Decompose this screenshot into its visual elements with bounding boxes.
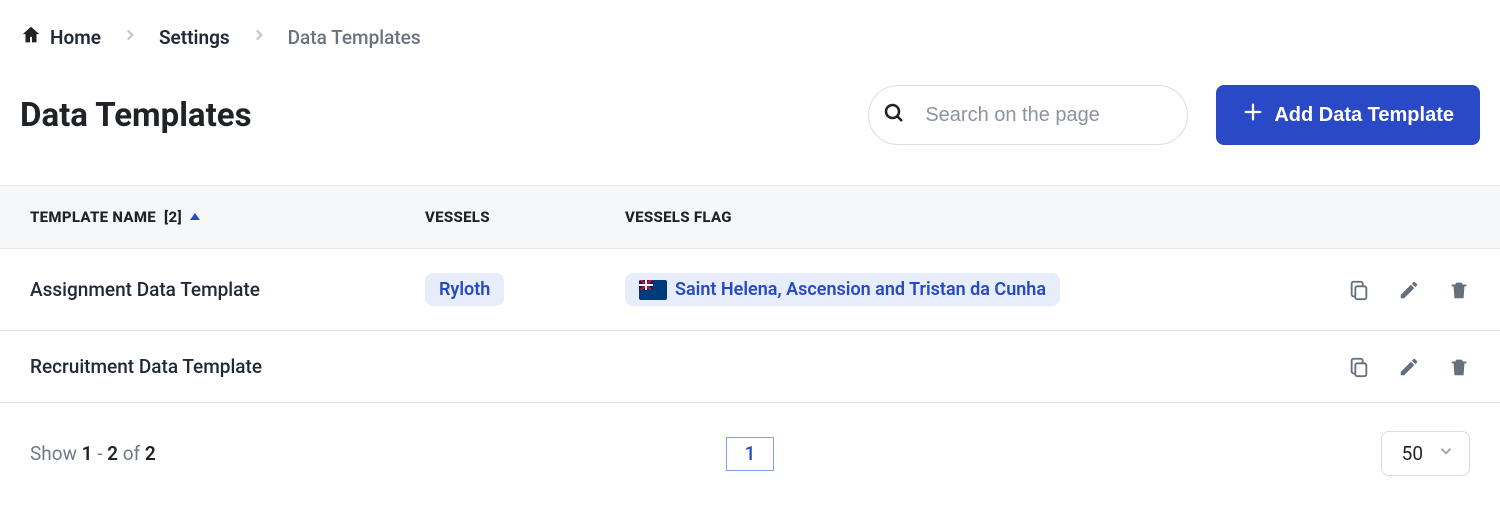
table-row: Recruitment Data Template — [0, 331, 1500, 403]
home-icon — [20, 24, 42, 51]
per-page-value: 50 — [1402, 442, 1423, 465]
template-name-cell[interactable]: Recruitment Data Template — [30, 355, 425, 378]
vessel-tag-label: Ryloth — [439, 279, 490, 300]
breadcrumb-settings[interactable]: Settings — [159, 26, 230, 49]
column-header-vessels[interactable]: VESSELS — [425, 208, 625, 226]
breadcrumb-current: Data Templates — [288, 26, 421, 49]
vessel-tag[interactable]: Ryloth — [425, 273, 504, 306]
edit-icon[interactable] — [1398, 356, 1420, 378]
delete-icon[interactable] — [1448, 356, 1470, 378]
flag-tag-label: Saint Helena, Ascension and Tristan da C… — [675, 279, 1046, 300]
search-icon — [882, 101, 906, 129]
breadcrumb: Home Settings Data Templates — [20, 24, 1480, 51]
per-page-select[interactable]: 50 — [1381, 431, 1470, 476]
sort-ascending-icon — [190, 213, 200, 220]
delete-icon[interactable] — [1448, 279, 1470, 301]
column-name-count: [2] — [164, 208, 182, 226]
breadcrumb-home[interactable]: Home — [20, 24, 101, 51]
table-row: Assignment Data Template Ryloth Saint He… — [0, 249, 1500, 331]
search-input[interactable] — [868, 85, 1188, 145]
chevron-right-icon — [121, 26, 139, 49]
copy-icon[interactable] — [1348, 279, 1370, 301]
add-data-template-button[interactable]: Add Data Template — [1216, 85, 1480, 145]
page-title: Data Templates — [20, 96, 252, 135]
plus-icon — [1242, 101, 1264, 129]
footer-show-text: Show 1 - 2 of 2 — [30, 442, 156, 465]
copy-icon[interactable] — [1348, 356, 1370, 378]
add-button-label: Add Data Template — [1274, 104, 1454, 127]
search-wrap — [868, 85, 1188, 145]
column-name-label: TEMPLATE NAME — [30, 208, 156, 226]
column-header-name[interactable]: TEMPLATE NAME [2] — [30, 208, 425, 226]
chevron-right-icon — [250, 26, 268, 49]
breadcrumb-home-label: Home — [50, 26, 101, 49]
flag-icon — [639, 280, 667, 300]
template-name-cell[interactable]: Assignment Data Template — [30, 278, 425, 301]
edit-icon[interactable] — [1398, 279, 1420, 301]
chevron-down-icon — [1437, 442, 1455, 465]
flag-tag[interactable]: Saint Helena, Ascension and Tristan da C… — [625, 273, 1060, 306]
data-templates-table: TEMPLATE NAME [2] VESSELS VESSELS FLAG A… — [0, 185, 1500, 403]
column-header-flag[interactable]: VESSELS FLAG — [625, 208, 1470, 226]
page-number-button[interactable]: 1 — [726, 437, 774, 471]
